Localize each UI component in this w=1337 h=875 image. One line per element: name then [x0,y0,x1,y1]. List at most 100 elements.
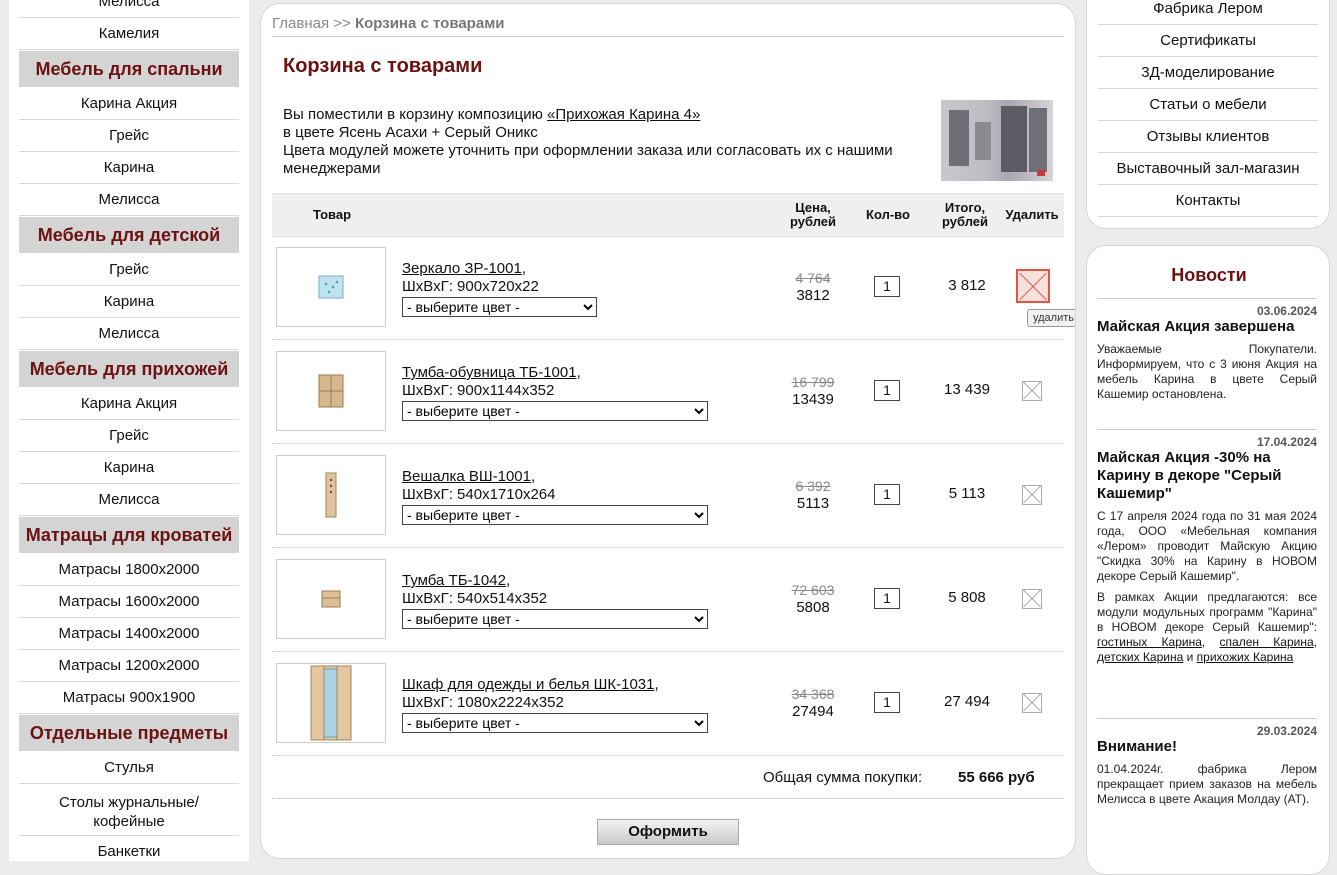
delete-button[interactable] [1022,693,1042,713]
news-link[interactable]: спален Карина [1220,635,1314,649]
right-menu-item[interactable]: Выставочный зал-магазин [1098,153,1318,185]
left-menu-item[interactable]: Карина Акция [19,388,239,420]
old-price: 72 603 [791,582,835,598]
page-title: Корзина с товарами [283,55,483,77]
news-headline[interactable]: Внимание! [1097,738,1317,756]
checkout-button[interactable]: Оформить [597,819,739,845]
left-menu-item[interactable]: Карина [19,286,239,318]
left-menu-item[interactable]: Стулья [19,752,239,784]
news-headline[interactable]: Майская Акция завершена [1097,318,1317,336]
composition-thumbnail[interactable] [941,100,1053,181]
old-price: 34 368 [791,686,835,702]
news-headline[interactable]: Майская Акция -30% на Карину в декоре "С… [1097,449,1317,503]
news-link[interactable]: гостиных Карина [1097,635,1202,649]
product-image[interactable] [276,663,386,743]
right-menu-item[interactable]: 3Д-моделирование [1098,57,1318,89]
row-total: 5 113 [948,485,986,502]
current-price: 13439 [792,391,834,408]
product-dims: ШхВхГ: 540х514х352 [402,590,548,607]
delete-button[interactable] [1016,269,1050,303]
product-name-link[interactable]: Тумба-обувница ТБ-1001 [402,364,577,381]
summary-label: Общая сумма покупки: [763,769,923,786]
news-link[interactable]: прихожих Карина [1197,650,1294,664]
quantity-input[interactable]: 1 [874,380,900,401]
product-dims: ШхВхГ: 1080х2224х352 [402,694,564,711]
product-image[interactable] [276,351,386,431]
left-menu-item[interactable]: Грейс [19,254,239,286]
product-image[interactable] [276,247,386,327]
section-heading-mattresses[interactable]: Матрацы для кроватей [19,517,239,553]
left-menu-item[interactable]: Матрасы 1800х2000 [19,554,239,586]
news-item: 17.04.2024 Майская Акция -30% на Карину … [1097,429,1317,671]
header-product: Товар [312,207,352,222]
composition-link[interactable]: «Прихожая Карина 4» [547,106,700,123]
color-select[interactable]: - выберите цвет - [402,297,597,317]
quantity-input[interactable]: 1 [874,692,900,713]
news-item: 29.03.2024 Внимание! 01.04.2024г. фабрик… [1097,718,1317,813]
news-link[interactable]: детских Карина [1097,650,1183,664]
table-row: Зеркало ЗР-1001, ШхВхГ: 900х720х22 - выб… [272,235,1064,340]
left-menu-item[interactable]: Карина [19,452,239,484]
section-heading-hallway[interactable]: Мебель для прихожей [19,351,239,387]
right-menu-item[interactable]: Фабрика Лером [1098,0,1318,25]
left-menu-item[interactable]: Банкетки [19,836,239,861]
product-image[interactable] [276,455,386,535]
color-select[interactable]: - выберите цвет - [402,505,708,525]
section-heading-separate-items[interactable]: Отдельные предметы [19,715,239,751]
delete-button[interactable] [1022,485,1042,505]
delete-button[interactable] [1022,589,1042,609]
left-menu-item[interactable]: Матрасы 1400х2000 [19,618,239,650]
left-menu-item[interactable]: Столы журнальные/ кофейные [19,784,239,836]
left-menu-item[interactable]: Мелисса [19,0,239,18]
left-menu-item[interactable]: Грейс [19,120,239,152]
color-select[interactable]: - выберите цвет - [402,713,708,733]
left-menu-item[interactable]: Карина [19,152,239,184]
news-text: С 17 апреля 2024 года по 31 мая 2024 год… [1097,509,1317,664]
header-delete: Удалить [1005,207,1059,222]
section-heading-kids[interactable]: Мебель для детской [19,217,239,253]
left-menu-item[interactable]: Матрасы 1600х2000 [19,586,239,618]
left-menu-item[interactable]: Матрасы 900х1900 [19,682,239,714]
breadcrumb: Главная >> Корзина с товарами [272,15,1064,37]
product-image[interactable] [276,559,386,639]
left-menu-item[interactable]: Мелисса [19,184,239,216]
product-name-link[interactable]: Зеркало ЗР-1001 [402,260,522,277]
row-total: 13 439 [944,381,990,398]
color-select[interactable]: - выберите цвет - [402,401,708,421]
right-menu-item[interactable]: Отзывы клиентов [1098,121,1318,153]
summary-row: Общая сумма покупки: 55 666 руб [272,756,1064,799]
left-menu-item[interactable]: Грейс [19,420,239,452]
quantity-input[interactable]: 1 [874,276,900,297]
current-price: 3812 [796,287,830,304]
breadcrumb-home-link[interactable]: Главная [272,15,329,32]
header-qty: Кол-во [866,207,910,222]
left-menu-item[interactable]: Карина Акция [19,88,239,120]
news-text: Уважаемые Покупатели. Информируем, что с… [1097,342,1317,401]
wardrobe-icon [310,665,352,741]
table-row: Тумба ТБ-1042, ШхВхГ: 540х514х352 - выбе… [272,547,1064,652]
right-menu-item[interactable]: Сертификаты [1098,25,1318,57]
section-heading-bedroom[interactable]: Мебель для спальни [19,51,239,87]
product-name-link[interactable]: Вешалка ВШ-1001 [402,468,531,485]
right-menu-item[interactable]: Статьи о мебели [1098,89,1318,121]
left-menu-item[interactable]: Матрасы 1200х2000 [19,650,239,682]
product-name-link[interactable]: Тумба ТБ-1042 [402,572,506,589]
left-menu-item[interactable]: Камелия [19,18,239,50]
old-price: 16 799 [791,374,835,390]
current-price: 5113 [796,495,830,512]
news-panel: Новости 03.06.2024 Майская Акция заверше… [1086,245,1330,875]
news-title: Новости [1171,265,1247,285]
row-total: 27 494 [944,693,990,710]
quantity-input[interactable]: 1 [874,588,900,609]
left-menu-item[interactable]: Мелисса [19,318,239,350]
cart-intro: Вы поместили в корзину композицию «Прихо… [283,106,923,178]
delete-button[interactable] [1022,381,1042,401]
product-name-link[interactable]: Шкаф для одежды и белья ШК-1031 [402,676,654,693]
news-text: 01.04.2024г. фабрика Лером прекращает пр… [1097,762,1317,806]
left-menu-item[interactable]: Мелисса [19,484,239,516]
quantity-input[interactable]: 1 [874,484,900,505]
hanger-icon [325,472,337,518]
color-select[interactable]: - выберите цвет - [402,609,708,629]
intro-prefix: Вы поместили в корзину композицию [283,106,543,123]
right-menu-item[interactable]: Контакты [1098,185,1318,217]
